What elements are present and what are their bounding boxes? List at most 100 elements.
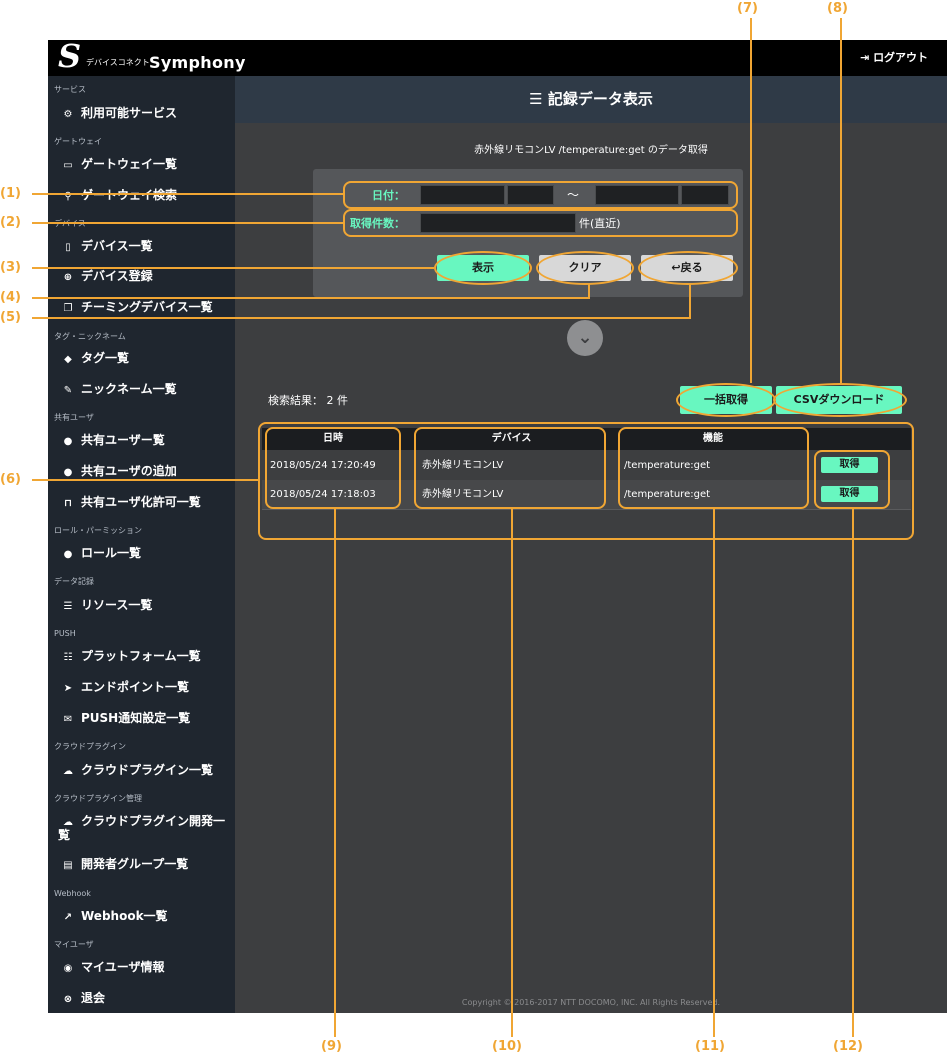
annotation-line — [588, 284, 590, 299]
annotation-line — [511, 509, 513, 1037]
footer-copyright: Copyright © 2016-2017 NTT DOCOMO, INC. A… — [461, 998, 721, 1007]
annotation-number: (6) — [0, 472, 21, 487]
annotation-number: (9) — [321, 1039, 342, 1054]
sidebar-section-title: Webhook — [54, 889, 91, 898]
sidebar-item-webhook-list[interactable]: ↗ Webhook一覧 — [62, 908, 168, 926]
database-icon: ☰ — [63, 601, 73, 612]
envelope-icon: ✉ — [63, 714, 73, 725]
user-circle-icon: ◉ — [63, 963, 73, 974]
users-icon: ● — [63, 549, 73, 560]
annotation-number: (5) — [0, 310, 21, 325]
annotation-box-2 — [343, 209, 738, 237]
sidebar-item-shared-user-list[interactable]: ● 共有ユーザー覧 — [62, 432, 165, 450]
annotation-line — [32, 267, 434, 269]
annotation-line — [32, 222, 343, 224]
annotation-line — [750, 18, 752, 383]
drive-icon: ▭ — [63, 160, 73, 171]
annotation-box-1 — [343, 181, 738, 209]
sidebar-section-title: ロール・パーミッション — [54, 526, 142, 535]
annotation-line — [32, 479, 258, 481]
paper-plane-icon: ➤ — [63, 683, 73, 694]
gears-icon: ⚙ — [63, 109, 73, 120]
logo-name: Symphony — [149, 53, 246, 72]
sidebar: サービス ⚙ 利用可能サービス ゲートウェイ ▭ ゲートウェイ一覧 ⚲ ゲートウェイ検… — [48, 76, 235, 1013]
tags-icon: ◆ — [64, 354, 72, 365]
sidebar-item-gateway-search[interactable]: ⚲ ゲートウェイ検索 — [62, 187, 177, 205]
sidebar-item-resource-list[interactable]: ☰ リソース一覧 — [62, 597, 153, 615]
pencil-icon: ✎ — [63, 385, 73, 396]
sidebar-item-shared-user-permission[interactable]: ⊓ 共有ユーザ化許可一覧 — [62, 494, 201, 512]
annotation-number: (1) — [0, 186, 21, 201]
sidebar-section-title: マイユーザ — [54, 940, 94, 949]
sidebar-item-my-user-info[interactable]: ◉ マイユーザ情報 — [62, 959, 165, 977]
annotation-box-12 — [814, 450, 890, 509]
annotation-number: (12) — [833, 1039, 863, 1054]
sidebar-section-title: デバイス — [54, 219, 86, 229]
chevron-down-icon[interactable]: ⌄ — [567, 320, 603, 356]
annotation-oval-3 — [434, 251, 532, 285]
sidebar-section-title: ゲートウェイ — [54, 137, 102, 146]
times-circle-icon: ⊗ — [63, 994, 73, 1005]
annotation-number: (8) — [827, 1, 848, 16]
sidebar-section-title: PUSH — [54, 629, 76, 638]
sidebar-item-gateway-list[interactable]: ▭ ゲートウェイ一覧 — [62, 156, 177, 174]
annotation-number: (11) — [695, 1039, 725, 1054]
logout-label: ログアウト — [873, 51, 929, 64]
id-card-icon: ▤ — [63, 860, 73, 871]
sidebar-item-nickname-list[interactable]: ✎ ニックネーム一覧 — [62, 381, 177, 399]
annotation-line — [32, 193, 343, 195]
annotation-number: (2) — [0, 215, 21, 230]
annotation-number: (4) — [0, 290, 21, 305]
annotation-box-9 — [265, 427, 401, 509]
logo-mark: S — [58, 37, 82, 75]
sidebar-item-endpoint-list[interactable]: ➤ エンドポイント一覧 — [62, 679, 189, 697]
annotation-line — [689, 284, 691, 319]
annotation-oval-5 — [638, 251, 738, 285]
sidebar-item-teaming-device-list[interactable]: ❐ チーミングデバイス一覧 — [62, 299, 213, 317]
sidebar-item-cloud-plugin-list[interactable]: ☁ クラウドプラグイン一覧 — [62, 762, 213, 780]
sidebar-section-title: クラウドプラグイン管理 — [54, 794, 142, 803]
annotation-line — [713, 509, 715, 1037]
sidebar-item-cloud-plugin-dev-list[interactable]: ☁ クラウドプラグイン開発一 — [62, 813, 225, 831]
sidebar-item-withdraw[interactable]: ⊗ 退会 — [62, 990, 105, 1008]
annotation-line — [852, 509, 854, 1037]
results-count: 検索結果： 2 件 — [268, 394, 348, 407]
clone-icon: ❐ — [63, 303, 73, 314]
annotation-line — [32, 297, 589, 299]
annotation-box-11 — [618, 427, 809, 509]
share-icon: ↗ — [63, 912, 73, 923]
annotation-number: (3) — [0, 260, 21, 275]
sidebar-item-available-services[interactable]: ⚙ 利用可能サービス — [62, 105, 178, 123]
user-icon: ● — [63, 436, 73, 447]
sidebar-item-cloud-plugin-dev-list-wrap: 覧 — [58, 828, 71, 842]
annotation-oval-8 — [773, 383, 907, 417]
logout-button[interactable]: ⇥ ログアウト — [860, 50, 928, 66]
logout-icon: ⇥ — [860, 51, 870, 64]
search-icon: ⚲ — [64, 191, 72, 202]
sidebar-item-platform-list[interactable]: ☷ プラットフォーム一覧 — [62, 648, 201, 666]
annotation-line — [840, 18, 842, 383]
annotation-number: (7) — [737, 1, 758, 16]
sidebar-item-tag-list[interactable]: ◆ タグ一覧 — [62, 350, 129, 368]
sidebar-section-title: サービス — [54, 85, 86, 94]
plus-circle-icon: ⊕ — [63, 272, 73, 283]
sidebar-item-device-register[interactable]: ⊕ デバイス登録 — [62, 268, 153, 286]
annotation-line — [334, 509, 336, 1037]
annotation-oval-7 — [676, 383, 776, 417]
annotation-oval-4 — [536, 251, 634, 285]
unlock-icon: ⊓ — [64, 498, 72, 509]
sidebar-section-title: タグ・ニックネーム — [54, 332, 126, 341]
sidebar-section-title: 共有ユーザ — [54, 413, 94, 422]
server-icon: ☷ — [63, 652, 73, 663]
annotation-line — [32, 317, 691, 319]
sidebar-item-role-list[interactable]: ● ロール一覧 — [62, 545, 141, 563]
annotation-number: (10) — [492, 1039, 522, 1054]
cloud-icon: ☁ — [63, 766, 73, 777]
sidebar-item-push-settings[interactable]: ✉ PUSH通知設定一覧 — [62, 710, 190, 728]
sidebar-section-title: データ記録 — [54, 577, 94, 586]
sidebar-item-device-list[interactable]: ▯ デバイス一覧 — [62, 238, 152, 256]
sidebar-item-developer-group-list[interactable]: ▤ 開発者グループ一覧 — [62, 856, 188, 874]
database-icon: ☰ — [529, 90, 543, 108]
annotation-box-10 — [414, 427, 606, 509]
sidebar-section-title: クラウドプラグイン — [54, 742, 126, 751]
